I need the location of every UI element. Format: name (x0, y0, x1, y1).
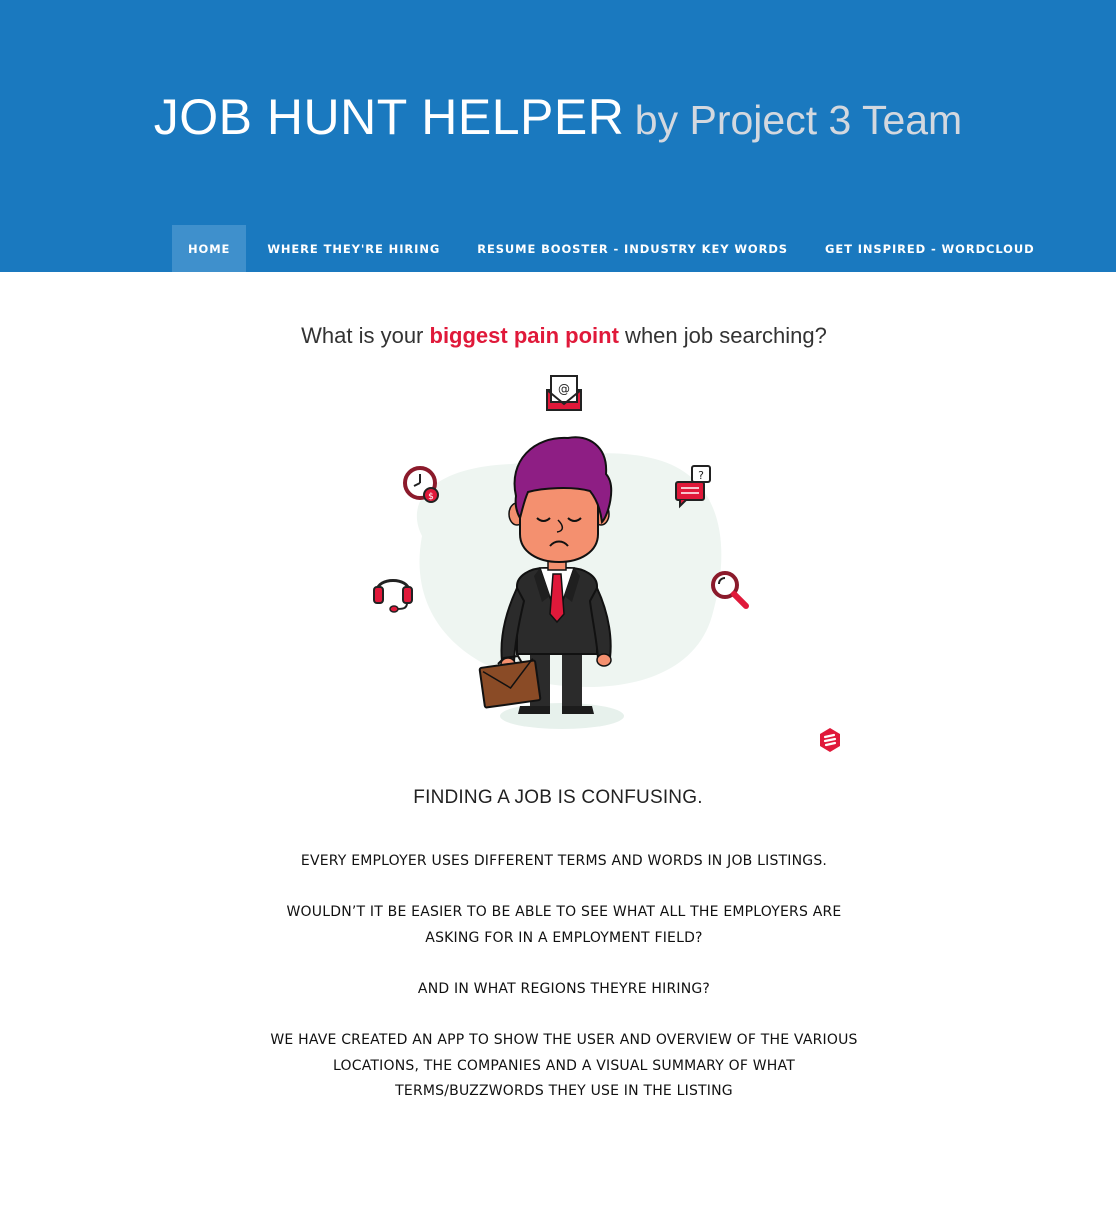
nav-item-wordcloud[interactable]: GET INSPIRED - WORDCLOUD (825, 225, 1035, 272)
svg-text:?: ? (698, 469, 704, 482)
content-paragraph-1: EVERY EMPLOYER USES DIFFERENT TERMS AND … (300, 853, 828, 869)
content-heading: FINDING A JOB IS CONFUSING. (413, 787, 703, 808)
magnifier-icon (711, 571, 749, 609)
content-paragraph-3: AND IN WHAT REGIONS THEYRE HIRING? (417, 981, 711, 997)
svg-text:$: $ (428, 492, 434, 502)
site-title-main: JOB HUNT HELPER (153, 89, 625, 145)
clock-money-icon: $ (403, 466, 439, 503)
content-paragraph-4: WE HAVE CREATED AN APP TO SHOW THE USER … (270, 1032, 858, 1099)
main-nav: HOME WHERE THEY'RE HIRING RESUME BOOSTER… (172, 225, 1035, 272)
hero-question: What is your biggest pain point when job… (301, 323, 827, 348)
site-header: JOB HUNT HELPER by Project 3 Team HOME W… (0, 0, 1116, 272)
brand-logo-icon (820, 728, 840, 752)
site-title[interactable]: JOB HUNT HELPER by Project 3 Team (0, 88, 1116, 146)
site-subtitle: by Project 3 Team (634, 97, 963, 143)
content-paragraph-2: WOULDN’T IT BE EASIER TO BE ABLE TO SEE … (286, 904, 842, 946)
nav-item-where-hiring[interactable]: WHERE THEY'RE HIRING (267, 225, 440, 272)
hero-illustration: What is your biggest pain point when job… (272, 296, 862, 766)
nav-item-home[interactable]: HOME (172, 225, 247, 272)
nav-item-resume-booster[interactable]: RESUME BOOSTER - INDUSTRY KEY WORDS (477, 225, 788, 272)
email-icon: @ (546, 375, 582, 411)
svg-text:@: @ (558, 382, 570, 396)
headset-icon (373, 579, 413, 613)
